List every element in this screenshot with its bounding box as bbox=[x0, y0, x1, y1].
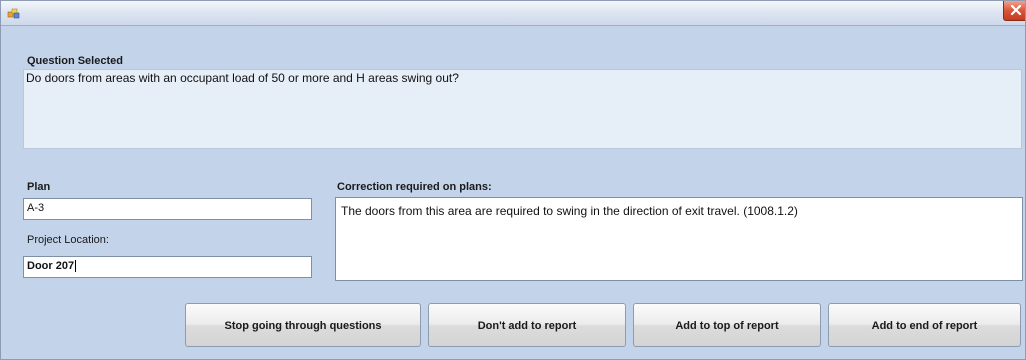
question-selected-label: Question Selected bbox=[27, 55, 123, 67]
correction-text: The doors from this area are required to… bbox=[341, 204, 798, 218]
plan-field-value: A-3 bbox=[27, 202, 45, 214]
project-location-label: Project Location: bbox=[27, 234, 109, 246]
add-to-top-of-report-button[interactable]: Add to top of report bbox=[633, 303, 821, 347]
stop-going-through-questions-button[interactable]: Stop going through questions bbox=[185, 303, 421, 347]
dont-add-to-report-button[interactable]: Don't add to report bbox=[428, 303, 626, 347]
project-location-field[interactable]: Door 207 bbox=[23, 256, 312, 278]
plan-field[interactable]: A-3 bbox=[23, 198, 312, 220]
question-text: Do doors from areas with an occupant loa… bbox=[26, 71, 459, 85]
add-to-end-of-report-button[interactable]: Add to end of report bbox=[828, 303, 1021, 347]
text-caret bbox=[75, 260, 77, 273]
close-icon bbox=[1010, 4, 1022, 16]
title-bar[interactable] bbox=[1, 1, 1025, 26]
project-location-value: Door 207 bbox=[27, 260, 75, 272]
plan-label: Plan bbox=[27, 181, 51, 193]
dialog-window: Question Selected Do doors from areas wi… bbox=[0, 0, 1026, 360]
correction-label: Correction required on plans: bbox=[337, 181, 492, 193]
app-icon bbox=[7, 8, 20, 19]
close-button[interactable] bbox=[1003, 1, 1025, 21]
